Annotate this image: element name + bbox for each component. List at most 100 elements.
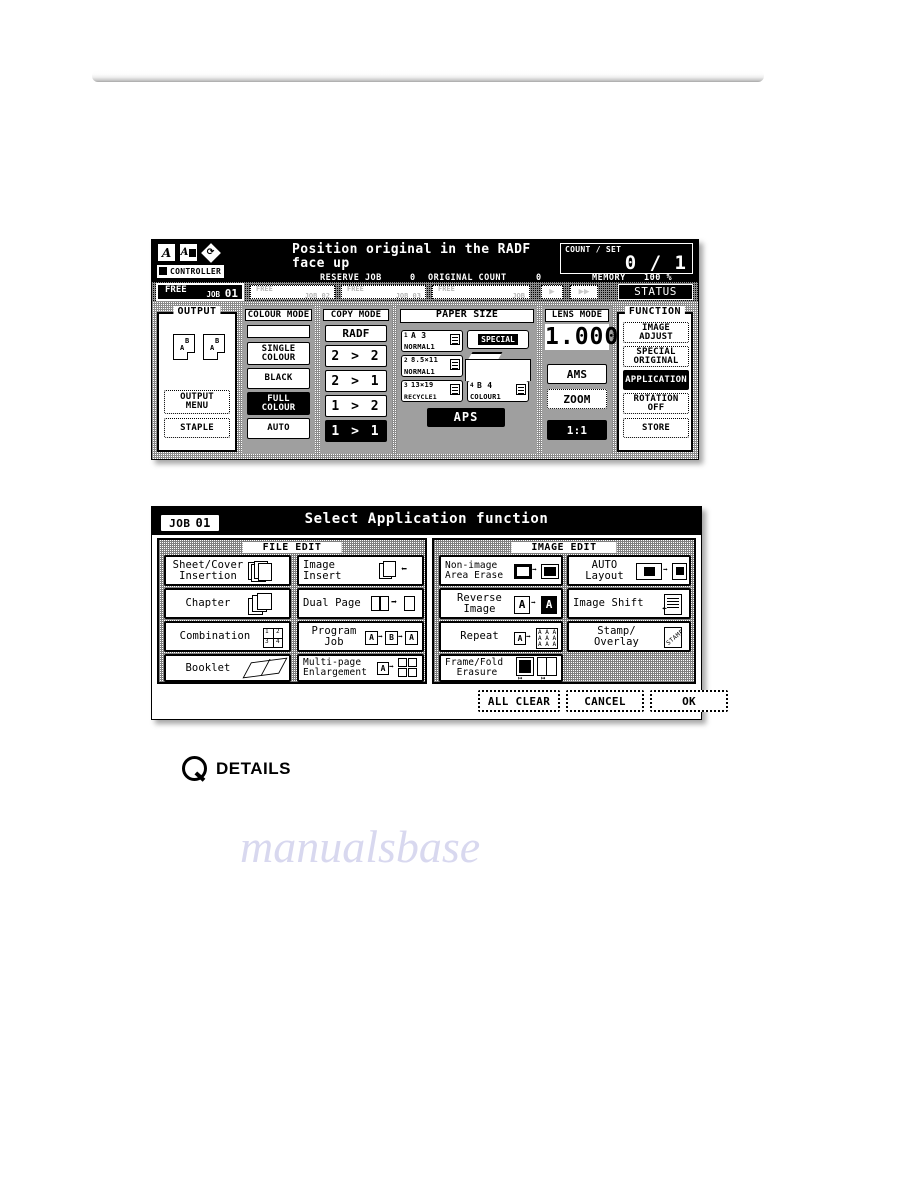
program-job-icon: A ➡ B ➡ A [365,625,419,649]
stamp-overlay-label: Stamp/Overlay [594,624,639,648]
application-screen-title: Select Application function [304,511,549,527]
output-group: OUTPUT B A B A OUTPUT MENU STAPLE [157,306,237,452]
booklet-button[interactable]: Booklet [164,654,291,682]
auto-layout-button[interactable]: AUTO Layout ➡ [567,555,691,586]
special-paper-button[interactable]: SPECIAL [467,330,529,349]
store-button[interactable]: STORE [623,418,689,438]
image-shift-label: Image Shift [573,597,644,609]
paper-tray-3[interactable]: 3 13×19 RECYCLE1 [401,380,463,402]
copy-mode-source[interactable]: RADF [325,325,387,342]
paper-tray-1[interactable]: 1 A 3 NORMAL1 [401,330,463,352]
count-set-display: COUNT / SET 0 / 1 [560,243,693,274]
application-screen-header: Select Application function [152,507,701,535]
image-adjust-button[interactable]: IMAGE ADJUST [623,322,689,343]
auto-layout-icon: ➡ [636,559,688,583]
watermark-text: manualsbase [240,821,481,872]
tray-type: RECYCLE1 [404,393,437,401]
output-preview-icon: B A B A [173,332,233,366]
tray-size: B 4 [477,381,493,390]
auto-colour-button[interactable]: AUTO [247,418,310,439]
original-image-icon[interactable]: A [179,243,198,262]
image-adjust-label-2: ADJUST [639,331,673,342]
booklet-label: Booklet [185,661,231,674]
tray-icon [450,359,460,370]
job-tab-free-04[interactable]: FREE JOB [432,285,530,300]
job-tab-active[interactable]: FREE JOB 01 [156,283,244,301]
full-colour-label-2: COLOUR [261,402,296,413]
function-group-title: FUNCTION [624,306,686,317]
frame-fold-erasure-button[interactable]: Frame/Fold Erasure ↦ ↦ [439,654,563,682]
tray-icon [450,334,460,345]
all-clear-button[interactable]: ALL CLEAR [478,690,560,712]
page-letter: B [215,337,220,345]
job-tab-number: 01 [224,287,238,300]
combination-button[interactable]: Combination 1 2 3 4 [164,621,291,652]
ok-button[interactable]: OK [650,690,728,712]
program-job-button[interactable]: Program Job A ➡ B ➡ A [297,621,424,652]
page-letter: A [180,344,185,352]
special-paper-label: SPECIAL [478,334,518,345]
dual-page-button[interactable]: Dual Page ➡ [297,588,424,619]
aps-button[interactable]: APS [427,408,505,427]
job-tab-free-03[interactable]: FREE JOB 03 [341,285,426,300]
non-image-area-erase-button[interactable]: Non-image Area Erase ➡ [439,555,563,586]
sheet-cover-insertion-button[interactable]: Sheet/Cover Insertion [164,555,291,586]
copy-mode-1to2-button[interactable]: 1 > 2 [325,395,387,417]
job-chip[interactable]: JOB 01 [159,513,221,533]
single-colour-button[interactable]: SINGLE COLOUR [247,342,310,365]
cancel-button[interactable]: CANCEL [566,690,644,712]
job-tab-state: FREE [438,285,455,293]
lens-mode-title: LENS MODE [545,309,609,322]
basic-screen-body: OUTPUT B A B A OUTPUT MENU STAPLE COLOUR… [152,302,698,459]
ams-button[interactable]: AMS [547,364,607,384]
rotation-off-label-2: OFF [647,402,665,413]
multi-page-enlargement-button[interactable]: Multi-page Enlargement A ➡ [297,654,424,682]
special-original-button[interactable]: SPECIAL ORIGINAL [623,346,689,367]
paper-tray-4[interactable]: 4 B 4 COLOUR1 [467,380,529,402]
job-chip-number: 01 [195,516,211,530]
last-job-arrow-icon[interactable]: ▶▶ [570,285,598,299]
full-colour-button[interactable]: FULL COLOUR [247,392,310,415]
rotate-icon[interactable]: ⟳ [200,242,221,263]
colour-mode-group: COLOUR MODE SINGLE COLOUR BLACK FULL COL… [242,306,315,454]
job-tab-label: JOB 03 [395,292,421,300]
one-to-one-button[interactable]: 1:1 [547,420,607,440]
tray-number: 1 [404,332,408,339]
copy-mode-2to2-button[interactable]: 2 > 2 [325,345,387,367]
repeat-button[interactable]: Repeat A ➡ A A AA A AA A A [439,621,563,652]
black-button[interactable]: BLACK [247,368,310,389]
application-button[interactable]: APPLICATION [623,370,689,390]
staple-button[interactable]: STAPLE [164,418,230,438]
lens-mode-group: LENS MODE 1.000 AMS ZOOM 1:1 [542,306,620,454]
image-insert-button[interactable]: Image Insert ⬅ [297,555,424,586]
output-group-title: OUTPUT [173,306,221,317]
paper-tray-2[interactable]: 2 8.5×11 NORMAL1 [401,355,463,377]
job-tab-state: FREE [256,285,273,293]
tray-type: NORMAL1 [404,343,435,351]
page-letter: B [185,337,190,345]
rotation-off-button[interactable]: ROTATION OFF [623,393,689,414]
copy-mode-title: COPY MODE [323,309,389,321]
original-orientation-icon[interactable]: A [157,243,176,262]
count-set-label: COUNT / SET [564,245,623,254]
output-menu-button[interactable]: OUTPUT MENU [164,390,230,414]
status-button[interactable]: STATUS [618,284,693,300]
image-shift-button[interactable]: Image Shift ⬅ [567,588,691,619]
chapter-button[interactable]: Chapter [164,588,291,619]
booklet-icon [242,656,288,680]
zoom-button[interactable]: ZOOM [547,389,607,409]
tray-size: 8.5×11 [411,356,439,364]
lens-mode-value: 1.000 [545,324,620,350]
copy-mode-1to1-button[interactable]: 1 > 1 [325,420,387,442]
program-job-label: Program Job [311,624,357,648]
next-job-arrow-icon[interactable]: ▶ [541,285,563,299]
reverse-image-button[interactable]: Reverse Image A ➡ A [439,588,563,619]
image-insert-icon: ⬅ [379,559,419,583]
image-edit-section: IMAGE EDIT Non-image Area Erase ➡ AUTO Lay… [432,538,696,684]
count-set-value: 0 / 1 [624,252,687,274]
file-edit-section: FILE EDIT Sheet/Cover Insertion Image Ins… [157,538,427,684]
stamp-overlay-button[interactable]: Stamp/Overlay STAMP [567,621,691,652]
copy-mode-2to1-button[interactable]: 2 > 1 [325,370,387,392]
job-tab-free-02[interactable]: FREE JOB 02 [250,285,335,300]
file-edit-title: FILE EDIT [242,542,342,553]
